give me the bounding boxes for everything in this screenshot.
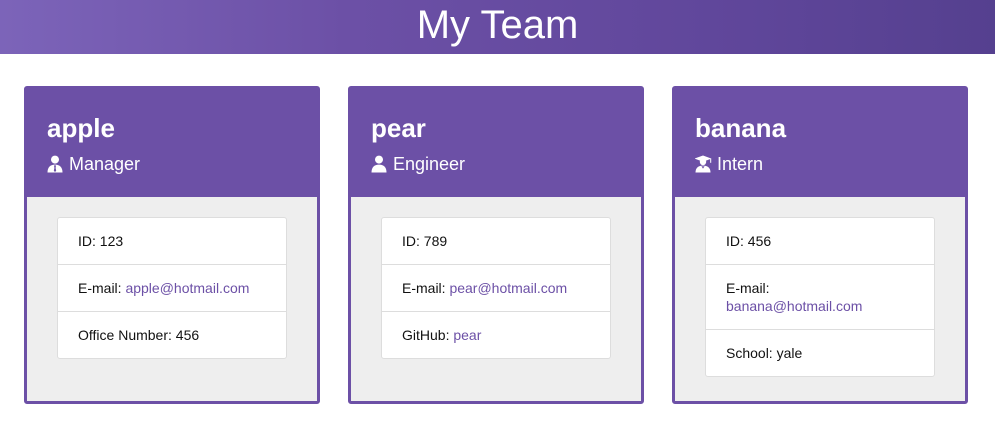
employee-email-row: E-mail: apple@hotmail.com <box>58 264 286 311</box>
id-label: ID: <box>78 233 100 249</box>
github-link[interactable]: pear <box>453 327 481 343</box>
employee-card-manager: apple Manager ID: 123 E-mail: apple@hotm… <box>24 86 320 404</box>
page-header: My Team <box>0 0 995 54</box>
employee-role-label: Intern <box>717 154 764 174</box>
employee-id-row: ID: 789 <box>382 218 610 264</box>
card-header: banana Intern <box>675 89 965 197</box>
employee-id-row: ID: 456 <box>706 218 934 264</box>
card-body: ID: 123 E-mail: apple@hotmail.com Office… <box>27 197 317 359</box>
email-label: E-mail: <box>78 280 126 296</box>
email-label: E-mail: <box>402 280 450 296</box>
id-value: 456 <box>747 233 772 249</box>
id-label: ID: <box>726 233 748 249</box>
employee-card-intern: banana Intern ID: 456 E-mail: banana@hot… <box>672 86 968 404</box>
school-label: School: <box>726 345 777 361</box>
card-body: ID: 789 E-mail: pear@hotmail.com GitHub:… <box>351 197 641 359</box>
school-row: School: yale <box>706 329 934 376</box>
page-title: My Team <box>416 3 579 47</box>
id-value: 123 <box>99 233 124 249</box>
employee-role-label: Manager <box>69 154 141 174</box>
employee-email-row: E-mail: banana@hotmail.com <box>706 264 934 329</box>
id-value: 789 <box>423 233 448 249</box>
employee-role: Intern <box>695 153 945 175</box>
office-number-label: Office Number: <box>78 327 176 343</box>
employee-role-label: Engineer <box>393 154 466 174</box>
employee-details: ID: 789 E-mail: pear@hotmail.com GitHub:… <box>381 217 611 359</box>
graduate-icon <box>695 155 713 173</box>
github-label: GitHub: <box>402 327 454 343</box>
employee-card-engineer: pear Engineer ID: 789 E-mail: pear@hotma… <box>348 86 644 404</box>
employee-details: ID: 456 E-mail: banana@hotmail.com School… <box>705 217 935 377</box>
email-link[interactable]: apple@hotmail.com <box>125 280 249 296</box>
email-label: E-mail: <box>726 280 770 296</box>
employee-name: pear <box>371 113 426 143</box>
employee-details: ID: 123 E-mail: apple@hotmail.com Office… <box>57 217 287 359</box>
employee-name: banana <box>695 113 787 143</box>
office-number-value: 456 <box>175 327 200 343</box>
engineer-icon <box>371 155 389 173</box>
school-value: yale <box>776 345 803 361</box>
employee-role: Manager <box>47 153 297 175</box>
email-link[interactable]: pear@hotmail.com <box>449 280 567 296</box>
office-number-row: Office Number: 456 <box>58 311 286 358</box>
card-body: ID: 456 E-mail: banana@hotmail.com School… <box>675 197 965 377</box>
employee-name: apple <box>47 113 115 143</box>
team-cards: apple Manager ID: 123 E-mail: apple@hotm… <box>0 54 995 422</box>
manager-icon <box>47 155 65 173</box>
email-link[interactable]: banana@hotmail.com <box>726 298 862 314</box>
card-header: apple Manager <box>27 89 317 197</box>
github-row: GitHub: pear <box>382 311 610 358</box>
card-header: pear Engineer <box>351 89 641 197</box>
employee-role: Engineer <box>371 153 621 175</box>
id-label: ID: <box>402 233 424 249</box>
employee-id-row: ID: 123 <box>58 218 286 264</box>
employee-email-row: E-mail: pear@hotmail.com <box>382 264 610 311</box>
